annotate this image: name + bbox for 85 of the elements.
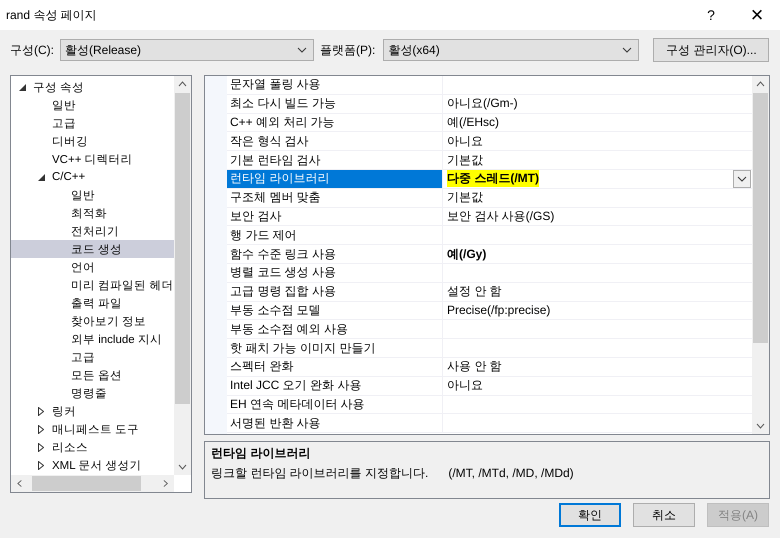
expanded-triangle-icon[interactable] (18, 84, 26, 90)
property-value[interactable]: Precise(/fp:precise) (447, 303, 550, 318)
property-name[interactable]: 병렬 코드 생성 사용 (227, 264, 443, 282)
property-name[interactable]: 런타임 라이브러리 (227, 170, 443, 188)
tree-item[interactable]: 찾아보기 정보 (11, 312, 174, 330)
property-value[interactable]: 설정 안 함 (447, 283, 502, 300)
tree-item[interactable]: 미리 컴파일된 헤더 (11, 276, 174, 294)
property-value[interactable]: 기본값 (447, 189, 483, 206)
horizontal-scrollbar[interactable] (11, 475, 174, 492)
chevron-down-icon (297, 47, 307, 53)
collapsed-triangle-icon[interactable] (38, 460, 44, 470)
property-name[interactable]: 보안 검사 (227, 208, 443, 226)
tree-item[interactable]: C/C++ (11, 168, 174, 186)
configuration-label: 구성(C): (10, 42, 54, 58)
tree-item[interactable]: 모든 옵션 (11, 366, 174, 384)
collapsed-triangle-icon[interactable] (38, 424, 44, 434)
property-value[interactable]: 기본값 (447, 152, 483, 169)
tree-item[interactable]: 외부 include 지시 (11, 330, 174, 348)
property-name[interactable]: 고급 명령 집합 사용 (227, 282, 443, 301)
tree-item[interactable]: XML 문서 생성기 (11, 456, 174, 474)
property-name[interactable]: Intel JCC 오기 완화 사용 (227, 376, 443, 395)
tree-item[interactable]: 구성 속성 (11, 78, 174, 96)
property-value[interactable]: 예(/EHsc) (447, 114, 499, 131)
close-button[interactable]: × (734, 0, 780, 30)
collapsed-triangle-icon[interactable] (38, 406, 44, 416)
scroll-down-icon[interactable] (178, 464, 187, 470)
platform-label: 플랫폼(P): (320, 42, 376, 58)
property-name[interactable]: 부동 소수점 예외 사용 (227, 320, 443, 338)
dialog-button[interactable]: 확인 (559, 503, 621, 527)
tree-item[interactable]: 매니페스트 도구 (11, 420, 174, 438)
collapsed-triangle-icon[interactable] (38, 442, 44, 452)
tree-item[interactable]: 일반 (11, 96, 174, 114)
tree-item[interactable]: 링커 (11, 402, 174, 420)
expanded-triangle-icon[interactable] (38, 174, 44, 180)
property-name[interactable]: 작은 형식 검사 (227, 132, 443, 150)
description-text: 링크할 런타임 라이브러리를 지정합니다. (211, 466, 428, 480)
tree-item[interactable]: 최적화 (11, 204, 174, 222)
chevron-down-icon (622, 47, 632, 53)
property-value[interactable]: 아니요(/Gm-) (447, 95, 518, 112)
chevron-down-icon (737, 176, 747, 182)
property-name[interactable]: EH 연속 메타데이터 사용 (227, 396, 443, 414)
property-value[interactable]: 예(/Gy) (447, 246, 486, 263)
vertical-scrollbar[interactable] (174, 76, 191, 475)
property-name[interactable]: 최소 다시 빌드 가능 (227, 94, 443, 113)
tree-item[interactable]: 일반 (11, 186, 174, 204)
scroll-left-icon[interactable] (17, 479, 22, 488)
property-value[interactable]: 사용 안 함 (447, 358, 502, 376)
description-title: 런타임 라이브러리 (211, 445, 312, 462)
property-name[interactable]: 서명된 반환 사용 (227, 414, 443, 432)
property-name[interactable]: 핫 패치 가능 이미지 만들기 (227, 339, 443, 357)
tree-item[interactable]: 리소스 (11, 438, 174, 456)
window-title: rand 속성 페이지 (6, 6, 98, 24)
help-button[interactable]: ? (688, 0, 734, 30)
tree-item[interactable]: 언어 (11, 258, 174, 276)
property-name[interactable]: 스펙터 완화 (227, 358, 443, 376)
scroll-up-icon[interactable] (178, 81, 187, 87)
tree-item[interactable]: 고급 (11, 114, 174, 132)
tree-item[interactable]: 출력 파일 (11, 294, 174, 312)
scroll-down-icon[interactable] (756, 423, 765, 429)
property-value[interactable]: 보안 검사 사용(/GS) (447, 208, 554, 225)
tree-item[interactable]: 명령줄 (11, 384, 174, 402)
tree-item[interactable]: 고급 (11, 348, 174, 366)
platform-dropdown[interactable]: 활성(x64) (383, 39, 640, 61)
property-name[interactable]: 문자열 풀링 사용 (227, 76, 443, 94)
property-name[interactable]: 함수 수준 링크 사용 (227, 245, 443, 263)
tree-item[interactable]: 코드 생성 (11, 240, 174, 258)
property-value[interactable]: 아니요 (447, 377, 483, 394)
property-name[interactable]: 부동 소수점 모델 (227, 302, 443, 320)
dialog-button[interactable]: 취소 (633, 503, 695, 527)
description-options: (/MT, /MTd, /MD, /MDd) (448, 466, 574, 480)
property-name[interactable]: 구조체 멤버 맞춤 (227, 188, 443, 207)
scroll-up-icon[interactable] (756, 81, 765, 87)
tree-item[interactable]: 전처리기 (11, 222, 174, 240)
property-name[interactable]: 행 가드 제어 (227, 226, 443, 244)
property-value[interactable]: 다중 스레드(/MT) (447, 170, 539, 188)
configuration-manager-button[interactable]: 구성 관리자(O)... (653, 38, 770, 62)
configuration-dropdown[interactable]: 활성(Release) (60, 39, 314, 61)
scroll-right-icon[interactable] (162, 479, 168, 488)
vertical-scrollbar[interactable] (752, 76, 769, 434)
tree-item[interactable]: 디버깅 (11, 132, 174, 150)
value-dropdown-button[interactable] (733, 170, 751, 188)
property-name[interactable]: 기본 런타임 검사 (227, 151, 443, 169)
property-value[interactable]: 아니요 (447, 132, 483, 150)
property-name[interactable]: C++ 예외 처리 가능 (227, 114, 443, 132)
tree-item[interactable]: VC++ 디렉터리 (11, 150, 174, 168)
